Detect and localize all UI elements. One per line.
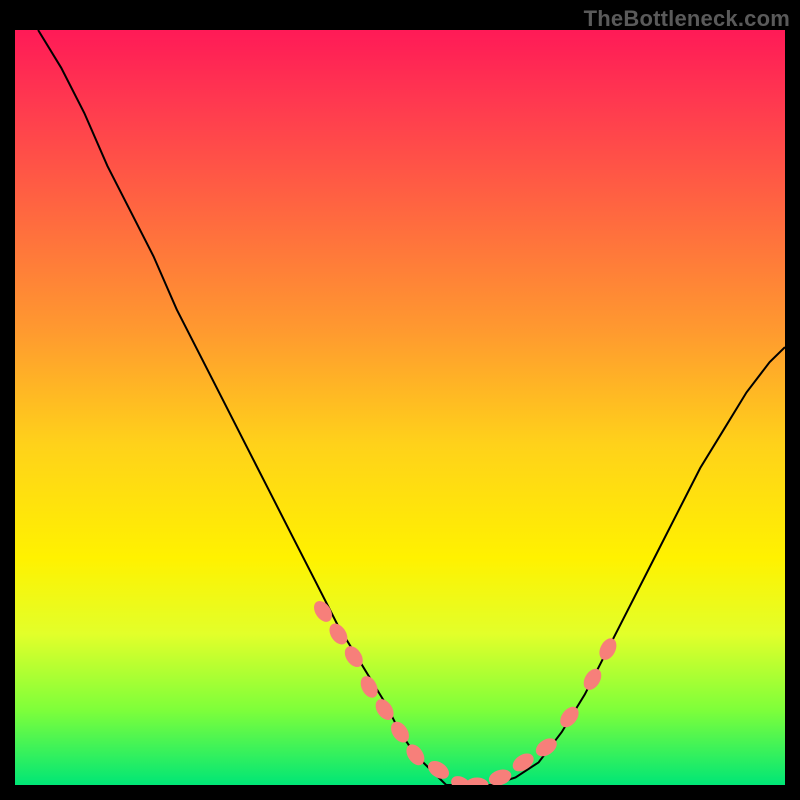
- marker-bead: [597, 636, 619, 662]
- chart-stage: TheBottleneck.com: [0, 0, 800, 800]
- marker-bead: [487, 767, 512, 785]
- marker-bead: [358, 674, 380, 700]
- marker-bead: [326, 621, 350, 647]
- marker-bead: [510, 751, 536, 775]
- bottleneck-curve: [38, 30, 785, 785]
- marker-bead: [581, 666, 604, 692]
- plot-area: [15, 30, 785, 785]
- marker-bead: [388, 719, 412, 745]
- marker-bead: [557, 704, 581, 730]
- plot-svg: [15, 30, 785, 785]
- watermark: TheBottleneck.com: [584, 6, 790, 32]
- marker-bead: [466, 778, 488, 785]
- marker-group: [311, 598, 619, 785]
